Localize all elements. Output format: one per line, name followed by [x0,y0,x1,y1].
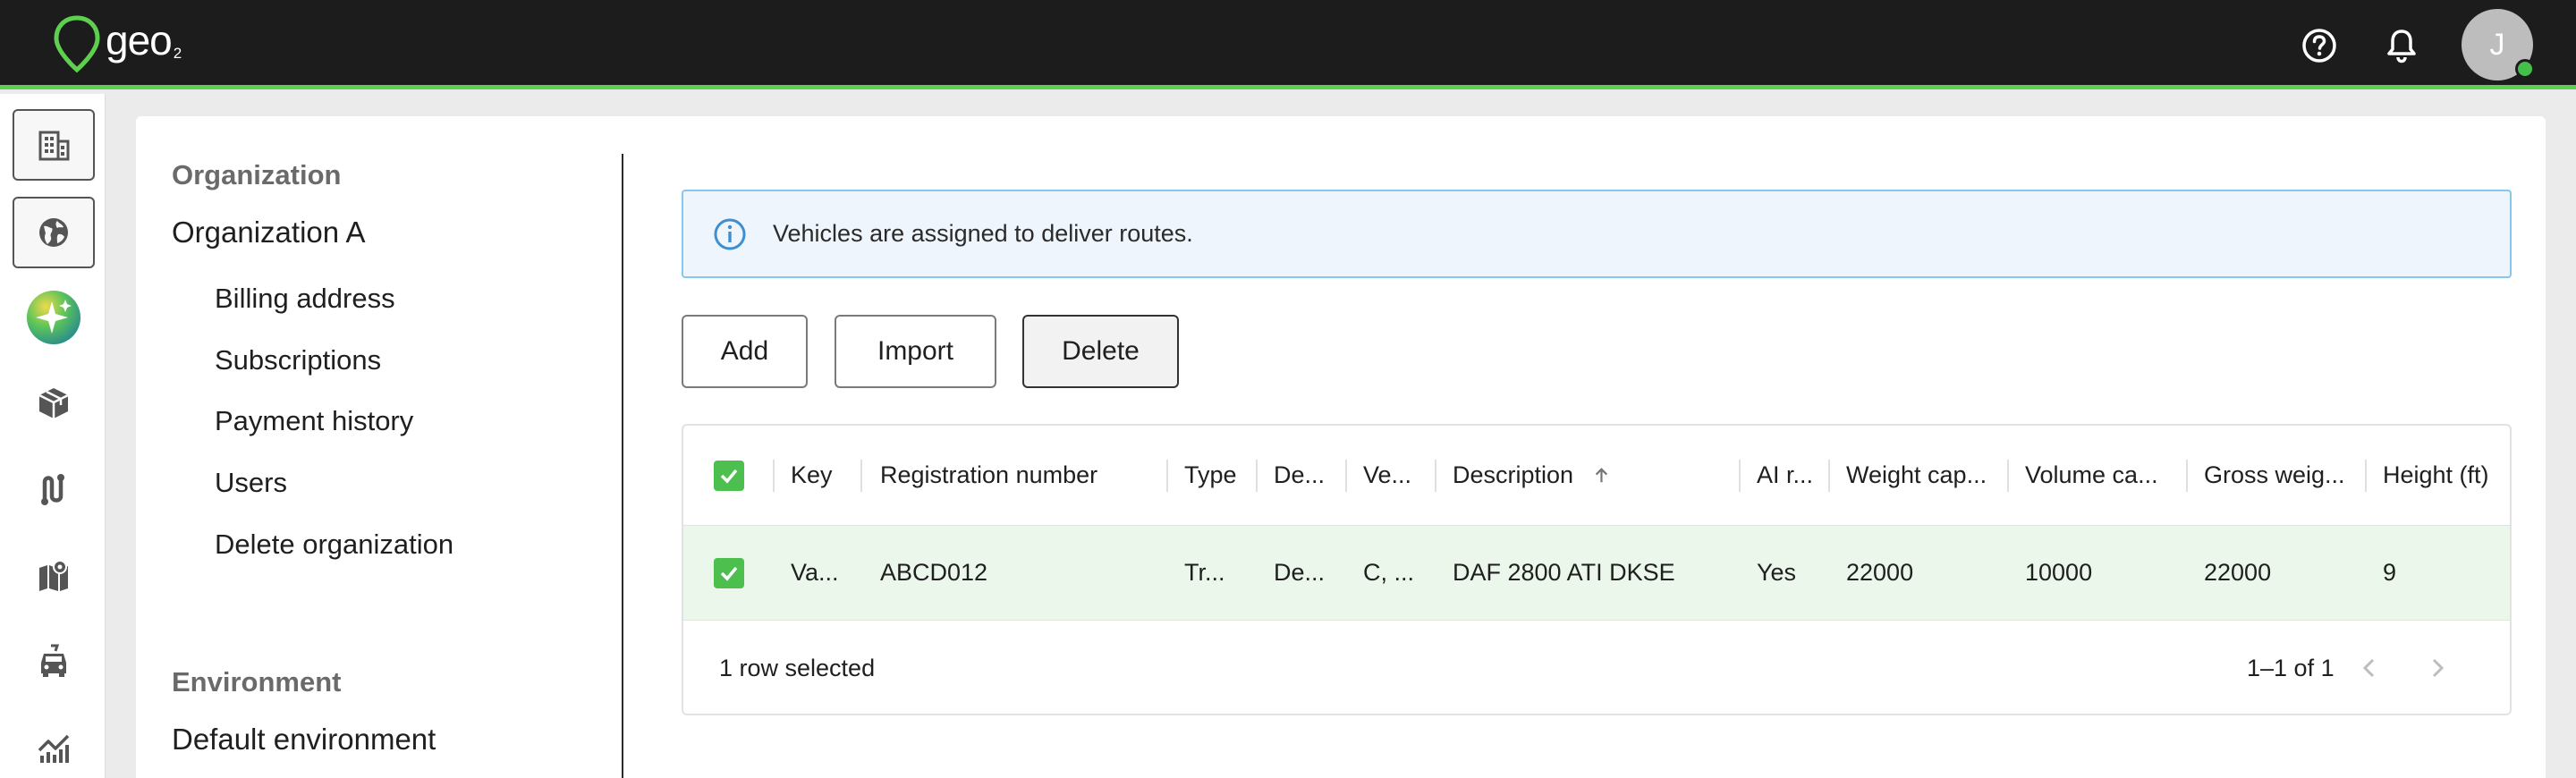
column-header-ai-routing[interactable]: AI r... [1757,426,1828,525]
globe-icon [39,218,68,247]
column-separator [1166,460,1168,492]
import-button[interactable]: Import [835,315,996,388]
rail-item-vehicles[interactable] [13,625,95,697]
column-separator [1345,460,1347,492]
logo-text: geo [106,17,173,63]
add-button[interactable]: Add [682,315,808,388]
column-header-description-label: Description [1453,461,1574,488]
avatar-initial: J [2489,27,2505,62]
rail-item-environment[interactable] [13,197,95,268]
nav-item-delete-organization[interactable]: Delete organization [215,529,453,561]
rail-item-ai[interactable] [13,282,95,353]
cell-description: DAF 2800 ATI DKSE [1453,559,1675,586]
column-header-registration-number[interactable]: Registration number [880,426,1166,525]
table-footer: 1 row selected 1–1 of 1 [683,621,2510,714]
column-header-height[interactable]: Height (ft) [2383,426,2510,525]
cell-gross-weight: 22000 [2204,559,2272,586]
info-banner-text: Vehicles are assigned to deliver routes. [773,220,1193,247]
column-header-key[interactable]: Key [791,426,853,525]
organization-name-link[interactable]: Organization A [172,216,365,249]
cell-volume-capacity: 10000 [2025,559,2093,586]
nav-item-subscriptions[interactable]: Subscriptions [215,344,381,376]
column-header-depot[interactable]: De... [1274,426,1345,525]
geo-logo[interactable]: geo 2 [52,14,182,75]
nav-item-billing-address[interactable]: Billing address [215,283,395,315]
top-bar: geo 2 J [0,0,2576,89]
cell-ai-routing: Yes [1757,559,1797,586]
cell-weight-capacity: 22000 [1846,559,1914,586]
nav-item-users[interactable]: Users [215,467,287,499]
next-page-button[interactable] [2417,647,2458,689]
map-icon [39,560,68,591]
table-row[interactable]: Va... ABCD012 Tr... De... C, ... DAF 280… [683,526,2510,621]
selection-count: 1 row selected [719,654,876,681]
rail-item-organization[interactable] [13,109,95,181]
rail-item-analytics[interactable] [13,711,95,778]
select-all-checkbox[interactable] [714,460,744,491]
chevron-left-icon [2362,658,2375,678]
table-header: Key Registration number Type De... Ve...… [683,426,2510,526]
route-icon [41,474,64,505]
chevron-right-icon [2432,658,2445,678]
environment-heading: Environment [172,666,342,698]
column-header-weight-capacity[interactable]: Weight cap... [1846,426,2007,525]
column-separator [1435,460,1436,492]
rail-item-orders[interactable] [13,368,95,439]
column-header-type[interactable]: Type [1184,426,1256,525]
bell-icon[interactable] [2379,23,2424,68]
row-select-cell [714,526,744,620]
select-all-cell [714,426,744,525]
navigation-rail [0,94,106,778]
logo-subscript: 2 [173,45,182,62]
column-header-vehicle-class[interactable]: Ve... [1363,426,1435,525]
previous-page-button[interactable] [2349,647,2390,689]
column-separator [1828,460,1830,492]
rail-item-map[interactable] [13,539,95,611]
organization-heading: Organization [172,159,342,190]
environment-name-link[interactable]: Default environment [172,723,436,757]
location-pin-logo-icon [54,15,100,73]
column-separator [860,460,862,492]
column-separator [2365,460,2367,492]
delete-button[interactable]: Delete [1022,315,1179,388]
cell-registration-number: ABCD012 [880,559,988,586]
column-separator [773,460,775,492]
column-header-volume-capacity[interactable]: Volume ca... [2025,426,2186,525]
vehicles-table: Key Registration number Type De... Ve...… [682,424,2512,715]
ai-sparkle-icon [27,291,80,344]
cell-depot: De... [1274,559,1326,586]
info-banner: Vehicles are assigned to deliver routes. [682,190,2512,278]
organization-icon [38,131,70,161]
cell-height: 9 [2383,559,2397,586]
cell-key: Va... [791,559,839,586]
info-icon [714,218,746,249]
checkmark-icon [720,566,738,581]
analytics-icon [38,734,70,763]
column-separator [1739,460,1741,492]
row-select-checkbox[interactable] [714,557,744,588]
nav-item-payment-history[interactable]: Payment history [215,405,413,437]
help-circle-icon[interactable] [2297,23,2342,68]
sort-ascending-arrow-icon[interactable] [1593,463,1610,488]
column-separator [2007,460,2009,492]
cell-type: Tr... [1184,559,1225,586]
cell-vehicle-class: C, ... [1363,559,1415,586]
column-header-gross-weight[interactable]: Gross weig... [2204,426,2365,525]
user-avatar[interactable]: J [2462,9,2535,80]
column-separator [1256,460,1258,492]
vertical-divider [622,154,623,778]
vehicle-icon [41,644,66,677]
column-separator [2186,460,2188,492]
checkmark-icon [720,469,738,484]
column-header-description[interactable]: Description [1453,426,1610,525]
rail-item-routes[interactable] [13,453,95,525]
pagination-range: 1–1 of 1 [2247,654,2334,681]
package-icon [38,388,69,419]
online-status-dot [2515,59,2535,79]
